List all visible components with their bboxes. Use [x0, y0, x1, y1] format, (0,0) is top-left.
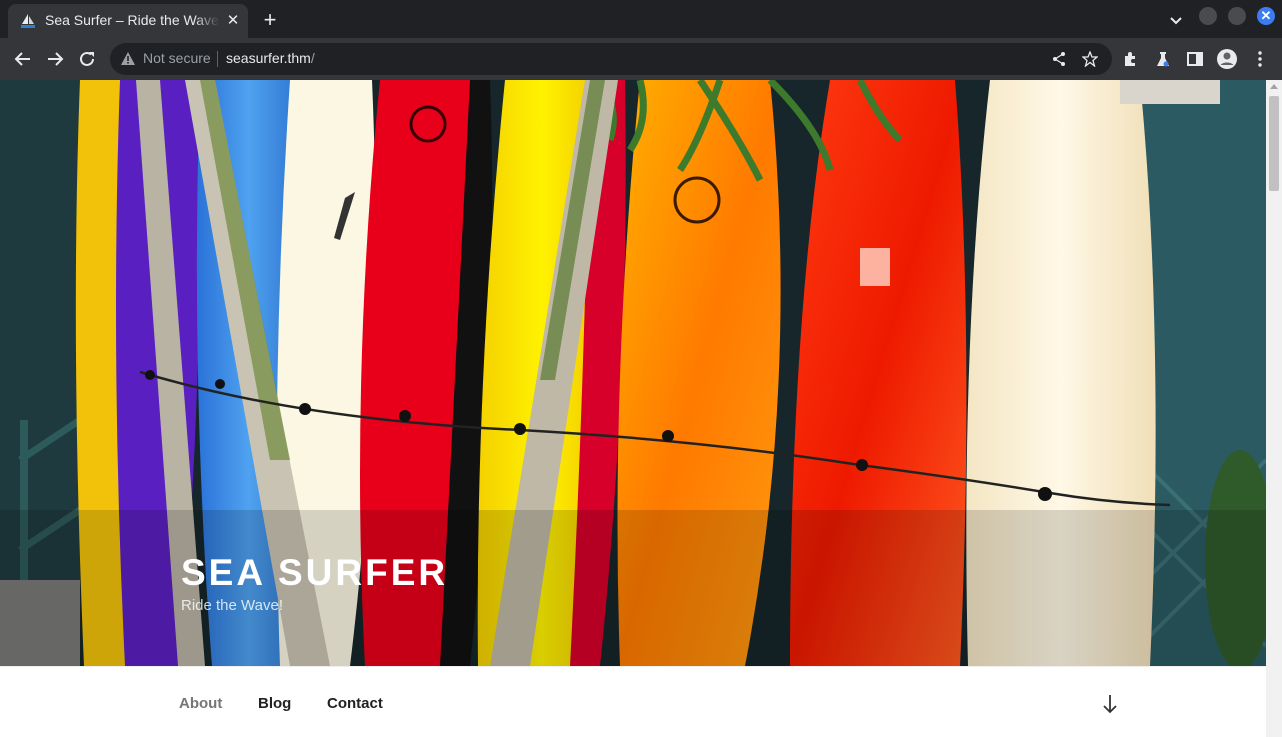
site-description: Ride the Wave!	[181, 597, 283, 614]
bookmark-star-icon[interactable]	[1082, 51, 1098, 67]
site-title[interactable]: Sea Surfer	[181, 552, 448, 594]
nav-about-link[interactable]: About	[179, 695, 222, 712]
address-bar[interactable]: Not secure seasurfer.thm/	[110, 43, 1112, 75]
browser-tab[interactable]: Sea Surfer – Ride the Wave ✕	[8, 4, 248, 38]
browser-toolbar: Not secure seasurfer.thm/	[0, 38, 1282, 81]
nav-blog-link[interactable]: Blog	[258, 695, 291, 712]
labs-flask-icon[interactable]	[1153, 49, 1173, 69]
share-icon[interactable]	[1051, 51, 1067, 67]
forward-arrow-icon[interactable]	[43, 47, 67, 71]
extensions-icon[interactable]	[1121, 49, 1141, 69]
tab-strip: Sea Surfer – Ride the Wave ✕ + ✕	[0, 0, 1282, 38]
page-viewport: Sea Surfer Ride the Wave! About Blog Con…	[0, 80, 1266, 737]
tab-title: Sea Surfer – Ride the Wave	[45, 12, 219, 28]
reload-icon[interactable]	[75, 47, 99, 71]
security-status-label[interactable]: Not secure	[143, 50, 211, 66]
new-tab-button[interactable]: +	[258, 8, 282, 32]
arrow-down-icon[interactable]	[1101, 693, 1119, 715]
minimize-button[interactable]	[1199, 7, 1217, 25]
sailboat-favicon-icon	[21, 14, 35, 28]
url-path: /	[310, 50, 315, 66]
scrollbar-thumb[interactable]	[1269, 96, 1279, 191]
more-menu-icon[interactable]	[1250, 49, 1270, 69]
maximize-button[interactable]	[1228, 7, 1246, 25]
main-navigation: About Blog Contact	[0, 666, 1266, 737]
address-separator	[217, 51, 218, 67]
back-arrow-icon[interactable]	[11, 47, 35, 71]
profile-avatar-icon[interactable]	[1216, 48, 1238, 70]
page-scrollbar[interactable]	[1266, 80, 1282, 737]
url-text[interactable]: seasurfer.thm/	[226, 50, 315, 66]
header-surfboards-image: Sea Surfer Ride the Wave!	[0, 80, 1266, 666]
warning-icon[interactable]	[120, 51, 136, 67]
close-tab-icon[interactable]: ✕	[224, 12, 242, 30]
url-host: seasurfer.thm	[226, 50, 311, 66]
nav-contact-link[interactable]: Contact	[327, 695, 383, 712]
window-close-button[interactable]: ✕	[1257, 7, 1275, 25]
scroll-up-arrow-icon[interactable]	[1270, 84, 1278, 89]
chevron-down-icon[interactable]	[1166, 10, 1186, 30]
side-panel-icon[interactable]	[1185, 49, 1205, 69]
